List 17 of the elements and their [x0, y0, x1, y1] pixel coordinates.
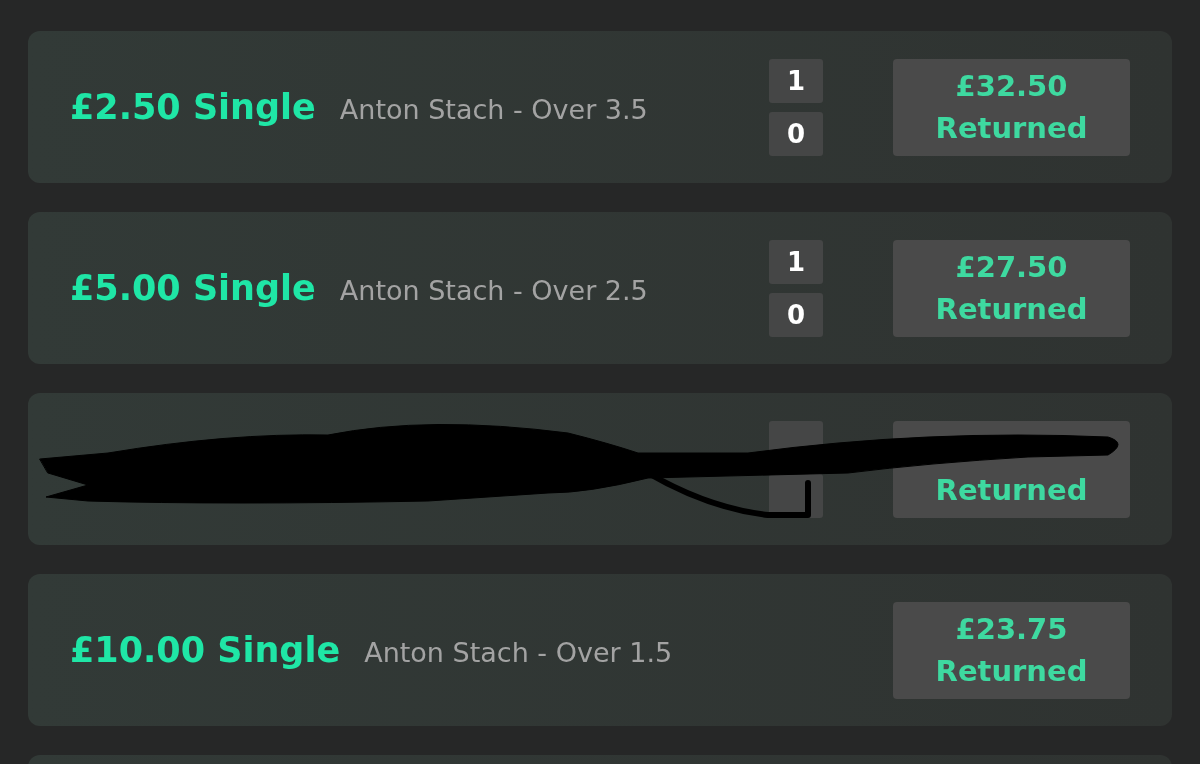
bet-selection: Anton Stach - Over 3.5: [339, 94, 648, 125]
score-box: 1: [769, 239, 823, 284]
bet-selection: Anton Stach - Over 1.5: [364, 637, 673, 668]
returned-status: Returned: [935, 110, 1088, 147]
returned-status: Returned: [935, 653, 1088, 690]
score-box: 0: [769, 292, 823, 337]
bet-selection: Anton Stach - Over 2.5: [339, 275, 648, 306]
bet-stake: £5.00 Single: [70, 268, 316, 308]
returned-amount: £23.75: [955, 610, 1068, 648]
returned-status: Returned: [935, 291, 1088, 328]
returned-amount: £27.50: [955, 248, 1068, 286]
score-box: 0: [769, 111, 823, 156]
bet-stake: £2.50 Single: [70, 87, 316, 127]
score-box: 1: [769, 58, 823, 103]
returned-amount: £32.50: [955, 67, 1068, 105]
returned-status: Returned: [935, 472, 1088, 510]
bet-stake: £10.00 Single: [70, 630, 341, 670]
